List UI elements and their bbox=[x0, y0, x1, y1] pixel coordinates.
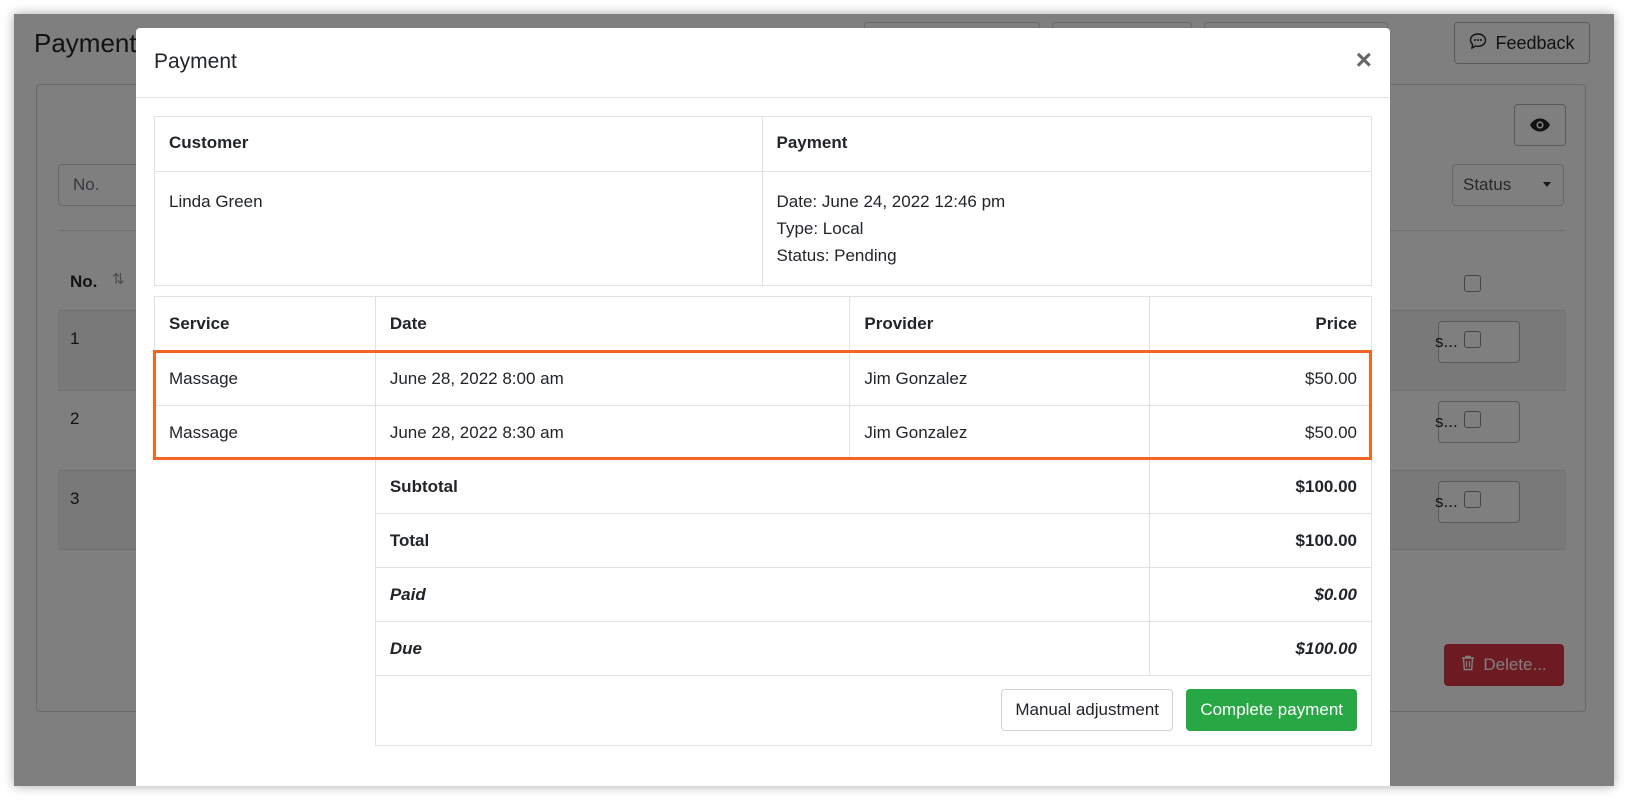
payment-items-table: Service Date Provider Price Massage June… bbox=[154, 296, 1372, 676]
subtotal-row: Subtotal $100.00 bbox=[154, 459, 1372, 514]
payment-details: Date: June 24, 2022 12:46 pm Type: Local… bbox=[761, 171, 1372, 286]
complete-payment-button[interactable]: Complete payment bbox=[1186, 689, 1357, 731]
table-row: Massage June 28, 2022 8:30 am Jim Gonzal… bbox=[154, 405, 1372, 460]
manual-adjustment-button[interactable]: Manual adjustment bbox=[1001, 689, 1173, 731]
paid-value: $0.00 bbox=[1149, 567, 1372, 622]
paid-row: Paid $0.00 bbox=[154, 567, 1372, 622]
service-cell: Massage bbox=[154, 351, 376, 406]
date-cell: June 28, 2022 8:00 am bbox=[374, 351, 851, 406]
total-value: $100.00 bbox=[1149, 513, 1372, 568]
column-header-service: Service bbox=[154, 296, 376, 352]
modal-title: Payment bbox=[154, 50, 237, 73]
payment-modal: Payment × Customer Payment Linda Green D… bbox=[136, 28, 1390, 786]
total-label: Total bbox=[374, 513, 1151, 568]
payment-header: Payment bbox=[761, 116, 1372, 172]
payment-status: Status: Pending bbox=[776, 246, 897, 265]
column-header-date: Date bbox=[374, 296, 851, 352]
price-cell: $50.00 bbox=[1149, 351, 1372, 406]
column-header-provider: Provider bbox=[849, 296, 1151, 352]
app-frame: Payment Feedback No. Status No. ⇅ 1 s...… bbox=[14, 14, 1614, 786]
table-row: Massage June 28, 2022 8:00 am Jim Gonzal… bbox=[154, 351, 1372, 406]
payment-info-table: Customer Payment Linda Green Date: June … bbox=[154, 116, 1372, 286]
close-icon[interactable]: × bbox=[1356, 44, 1372, 76]
customer-header: Customer bbox=[154, 116, 763, 172]
subtotal-value: $100.00 bbox=[1149, 459, 1372, 514]
date-cell: June 28, 2022 8:30 am bbox=[374, 405, 851, 460]
payment-type: Type: Local bbox=[776, 219, 864, 238]
modal-header: Payment × bbox=[136, 28, 1390, 98]
total-row: Total $100.00 bbox=[154, 513, 1372, 568]
price-cell: $50.00 bbox=[1149, 405, 1372, 460]
provider-cell: Jim Gonzalez bbox=[849, 405, 1151, 460]
paid-label: Paid bbox=[374, 567, 1151, 622]
due-label: Due bbox=[374, 621, 1151, 676]
service-cell: Massage bbox=[154, 405, 376, 460]
column-header-price: Price bbox=[1149, 296, 1372, 352]
modal-actions: Manual adjustment Complete payment bbox=[375, 676, 1372, 746]
due-value: $100.00 bbox=[1149, 621, 1372, 676]
due-row: Due $100.00 bbox=[154, 621, 1372, 676]
customer-name: Linda Green bbox=[154, 171, 763, 286]
provider-cell: Jim Gonzalez bbox=[849, 351, 1151, 406]
payment-date: Date: June 24, 2022 12:46 pm bbox=[776, 192, 1006, 211]
subtotal-label: Subtotal bbox=[374, 459, 1151, 514]
